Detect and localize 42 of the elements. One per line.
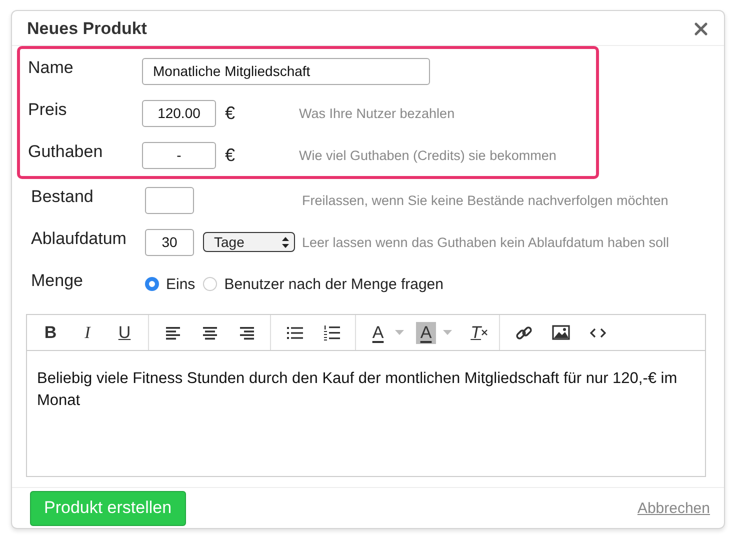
editor-text[interactable]: Beliebig viele Fitness Stunden durch den Kauf der montlichen Mitgliedschaft für nur 120,-€ im Monat — [27, 351, 705, 476]
field-label: Ablaufdatum — [31, 228, 128, 249]
hint-text: Wie viel Guthaben (Credits) sie bekommen — [299, 148, 558, 162]
field-label: Menge — [31, 270, 84, 291]
align-left-icon — [164, 326, 182, 340]
field-label: Guthaben — [28, 141, 104, 162]
cross-icon — [481, 329, 488, 336]
cancel-link[interactable]: Abbrechen — [637, 500, 710, 516]
unit-select[interactable]: Tage — [203, 232, 295, 252]
close-icon[interactable] — [694, 22, 708, 36]
italic-button[interactable]: I — [69, 318, 106, 348]
field-label: Name — [28, 57, 74, 78]
dialog-title: Neues Produkt — [27, 19, 147, 39]
bullet-list-icon — [286, 326, 304, 340]
stepper-arrows-icon — [282, 236, 289, 248]
radio-label: Benutzer nach der Menge fragen — [224, 276, 444, 292]
align-center-icon — [200, 326, 218, 340]
radio-button[interactable] — [145, 277, 159, 291]
name-field[interactable]: Monatliche Mitgliedschaft — [142, 58, 430, 84]
currency-sign: € — [225, 144, 236, 166]
text-color-button[interactable]: A — [361, 318, 395, 348]
link-icon — [514, 324, 532, 342]
clear-format-button[interactable]: T — [457, 318, 481, 348]
amount-field[interactable]: 120.00 — [142, 100, 216, 126]
hint-text: Leer lassen wenn das Guthaben kein Ablaufdatum haben soll — [302, 234, 670, 250]
radio-label: Eins — [166, 276, 196, 292]
underline-button[interactable]: U — [106, 318, 143, 348]
field-label: Bestand — [31, 186, 94, 207]
numbered-list-icon — [322, 324, 340, 340]
highlight-color-button[interactable]: A — [416, 322, 436, 344]
bold-button[interactable]: B — [32, 318, 69, 348]
amount-field[interactable]: - — [142, 142, 216, 168]
radio-button[interactable] — [203, 277, 218, 291]
hint-text: Freilassen, wenn Sie keine Bestände nachverfolgen möchten — [302, 192, 670, 208]
hint-text: Was Ihre Nutzer bezahlen — [299, 106, 456, 120]
field-label: Preis — [28, 99, 68, 120]
stock-field[interactable] — [145, 186, 194, 214]
duration-field[interactable]: 30 — [145, 228, 194, 256]
currency-sign: € — [225, 102, 236, 124]
image-icon — [552, 325, 570, 340]
code-icon — [590, 326, 606, 338]
align-right-icon — [238, 326, 256, 340]
